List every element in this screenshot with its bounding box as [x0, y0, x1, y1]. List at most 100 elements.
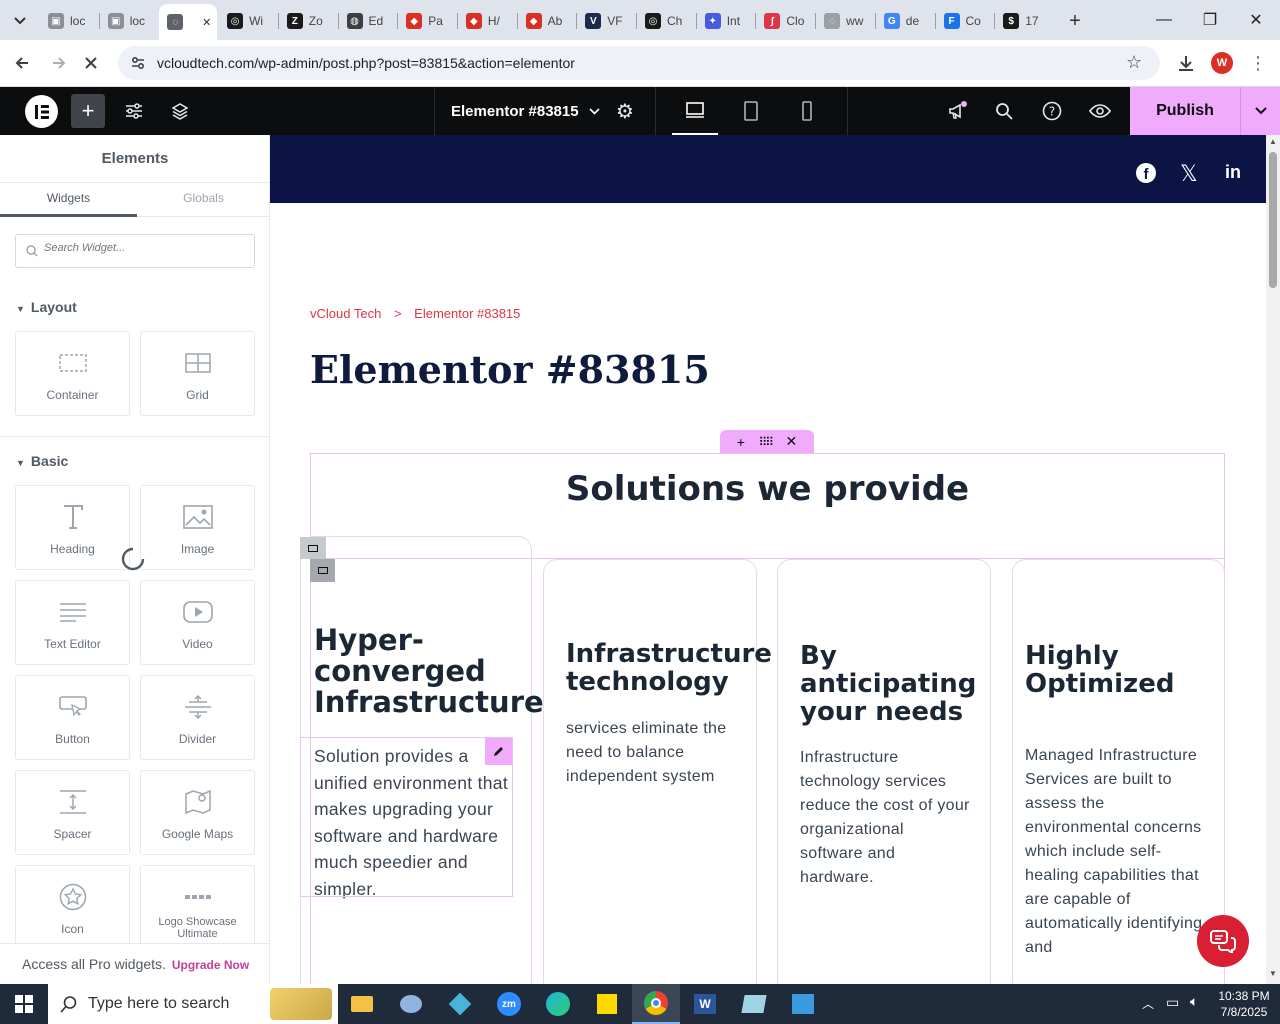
scroll-up-arrow[interactable]: ▲: [1269, 137, 1277, 146]
browser-tab[interactable]: ▣ loc: [40, 6, 98, 36]
tab-widgets[interactable]: Widgets: [0, 183, 137, 217]
desktop-view-button[interactable]: [672, 87, 718, 135]
scrollbar-thumb[interactable]: [1269, 152, 1277, 288]
basic-section-toggle[interactable]: ▼ Basic: [16, 453, 68, 469]
solution-card: By anticipating your needs Infrastructure…: [777, 559, 991, 984]
show-hidden-icons-button[interactable]: ︿: [1142, 995, 1154, 1012]
network-icon[interactable]: ▭: [1166, 994, 1179, 1011]
drag-handle-icon[interactable]: ⠿⠿: [758, 435, 774, 449]
page-settings-button[interactable]: ⚙: [602, 87, 648, 135]
browser-tab[interactable]: ◆ H/: [458, 6, 516, 36]
app-photos[interactable]: [779, 984, 827, 1024]
back-button[interactable]: [7, 48, 37, 78]
widget-search-input[interactable]: [44, 242, 244, 254]
browser-tab[interactable]: F Co: [936, 6, 994, 36]
widget-grid[interactable]: Grid: [140, 331, 255, 416]
browser-tab[interactable]: Z Zo: [279, 6, 337, 36]
mobile-view-button[interactable]: [784, 87, 830, 135]
app-notes[interactable]: [730, 984, 778, 1024]
paint-app[interactable]: [387, 984, 435, 1024]
notifications-button[interactable]: [934, 87, 980, 135]
browser-tab[interactable]: Gde: [876, 6, 934, 36]
browser-tab[interactable]: ◌ ww: [816, 6, 874, 36]
close-tab-icon[interactable]: ✕: [202, 16, 211, 29]
widget-heading[interactable]: Heading: [15, 485, 130, 570]
close-window-button[interactable]: ✕: [1233, 0, 1279, 40]
structure-button[interactable]: [157, 87, 203, 135]
add-icon[interactable]: +: [737, 434, 745, 450]
chat-widget-button[interactable]: [1197, 915, 1249, 967]
widget-video[interactable]: Video: [140, 580, 255, 665]
browser-tab[interactable]: $17: [995, 6, 1053, 36]
elementor-logo-button[interactable]: [25, 95, 58, 128]
browser-tab[interactable]: ◎ Ch: [637, 6, 695, 36]
browser-tab[interactable]: ◆ Ab: [518, 6, 576, 36]
column-handle[interactable]: [300, 537, 326, 559]
linkedin-icon[interactable]: in: [1225, 162, 1241, 183]
facebook-icon[interactable]: f: [1136, 163, 1156, 183]
breadcrumb-home-link[interactable]: vCloud Tech: [310, 306, 381, 321]
browser-tab[interactable]: ◍ Ed: [339, 6, 397, 36]
taskbar-search-box[interactable]: Type here to search: [48, 984, 338, 1024]
layout-section-toggle[interactable]: ▼ Layout: [16, 299, 77, 315]
widget-spacer[interactable]: Spacer: [15, 770, 130, 855]
edge-app[interactable]: [534, 984, 582, 1024]
new-tab-button[interactable]: +: [1062, 8, 1088, 34]
browser-tab[interactable]: ◎ Wi: [219, 6, 277, 36]
widget-divider[interactable]: Divider: [140, 675, 255, 760]
document-title-dropdown[interactable]: Elementor #83815: [434, 87, 604, 135]
widget-button[interactable]: Button: [15, 675, 130, 760]
widget-logo-showcase-ultimate[interactable]: Logo Showcase Ultimate: [140, 865, 255, 950]
widget-text-editor[interactable]: Text Editor: [15, 580, 130, 665]
site-settings-button[interactable]: [111, 87, 157, 135]
start-button[interactable]: [0, 984, 48, 1024]
finder-button[interactable]: [981, 87, 1027, 135]
word-app[interactable]: W: [681, 984, 729, 1024]
profile-avatar[interactable]: W: [1211, 52, 1233, 74]
scroll-down-arrow[interactable]: ▼: [1269, 969, 1277, 978]
publish-button[interactable]: Publish: [1130, 87, 1240, 135]
add-element-button[interactable]: +: [71, 94, 105, 128]
browser-menu-button[interactable]: ⋮: [1243, 48, 1273, 78]
tablet-view-button[interactable]: [728, 87, 774, 135]
restore-button[interactable]: ❐: [1187, 0, 1233, 40]
downloads-button[interactable]: [1171, 48, 1201, 78]
help-button[interactable]: ?: [1029, 87, 1075, 135]
preview-button[interactable]: [1077, 87, 1123, 135]
canvas-scrollbar[interactable]: ▲ ▼: [1266, 135, 1280, 984]
clock[interactable]: 10:38 PM 7/8/2025: [1212, 988, 1276, 1020]
file-explorer-app[interactable]: [338, 984, 386, 1024]
bookmark-star-icon[interactable]: ☆: [1126, 52, 1142, 73]
widget-image[interactable]: Image: [140, 485, 255, 570]
browser-tab[interactable]: ∫ Clo: [756, 6, 814, 36]
upgrade-now-link[interactable]: Upgrade Now: [172, 958, 249, 972]
section-handle[interactable]: + ⠿⠿ ✕: [720, 430, 814, 453]
widget-handle[interactable]: [310, 559, 335, 582]
publish-options-button[interactable]: [1240, 87, 1280, 135]
widget-container[interactable]: Container: [15, 331, 130, 416]
widget-google-maps[interactable]: Google Maps: [140, 770, 255, 855]
widget-icon[interactable]: Icon: [15, 865, 130, 950]
zoom-app[interactable]: zm: [485, 984, 533, 1024]
browser-tab[interactable]: ◆ Pa: [398, 6, 456, 36]
tab-search-button[interactable]: [6, 8, 34, 34]
site-settings-icon[interactable]: [130, 55, 146, 71]
tab-globals[interactable]: Globals: [137, 183, 269, 217]
volume-icon[interactable]: 🔈︎: [1190, 993, 1198, 1010]
close-icon[interactable]: ✕: [786, 433, 798, 450]
forward-button[interactable]: [44, 48, 74, 78]
minimize-button[interactable]: —: [1141, 0, 1187, 40]
browser-tab[interactable]: ✦ Int: [697, 6, 755, 36]
browser-tab[interactable]: ▣ loc: [100, 6, 158, 36]
browser-tab[interactable]: V VF: [577, 6, 635, 36]
megaphone-icon: [949, 101, 967, 119]
stop-loading-button[interactable]: [76, 48, 106, 78]
browser-tab[interactable]: ◌ ✕: [159, 4, 218, 40]
sticky-notes-app[interactable]: [583, 984, 631, 1024]
app-diamond[interactable]: [436, 984, 484, 1024]
address-bar[interactable]: vcloudtech.com/wp-admin/post.php?post=83…: [118, 46, 1160, 80]
chrome-app[interactable]: [632, 984, 680, 1024]
edit-widget-button[interactable]: [485, 738, 512, 765]
x-twitter-icon[interactable]: 𝕏: [1180, 161, 1198, 187]
widget-search-field[interactable]: [15, 234, 255, 268]
